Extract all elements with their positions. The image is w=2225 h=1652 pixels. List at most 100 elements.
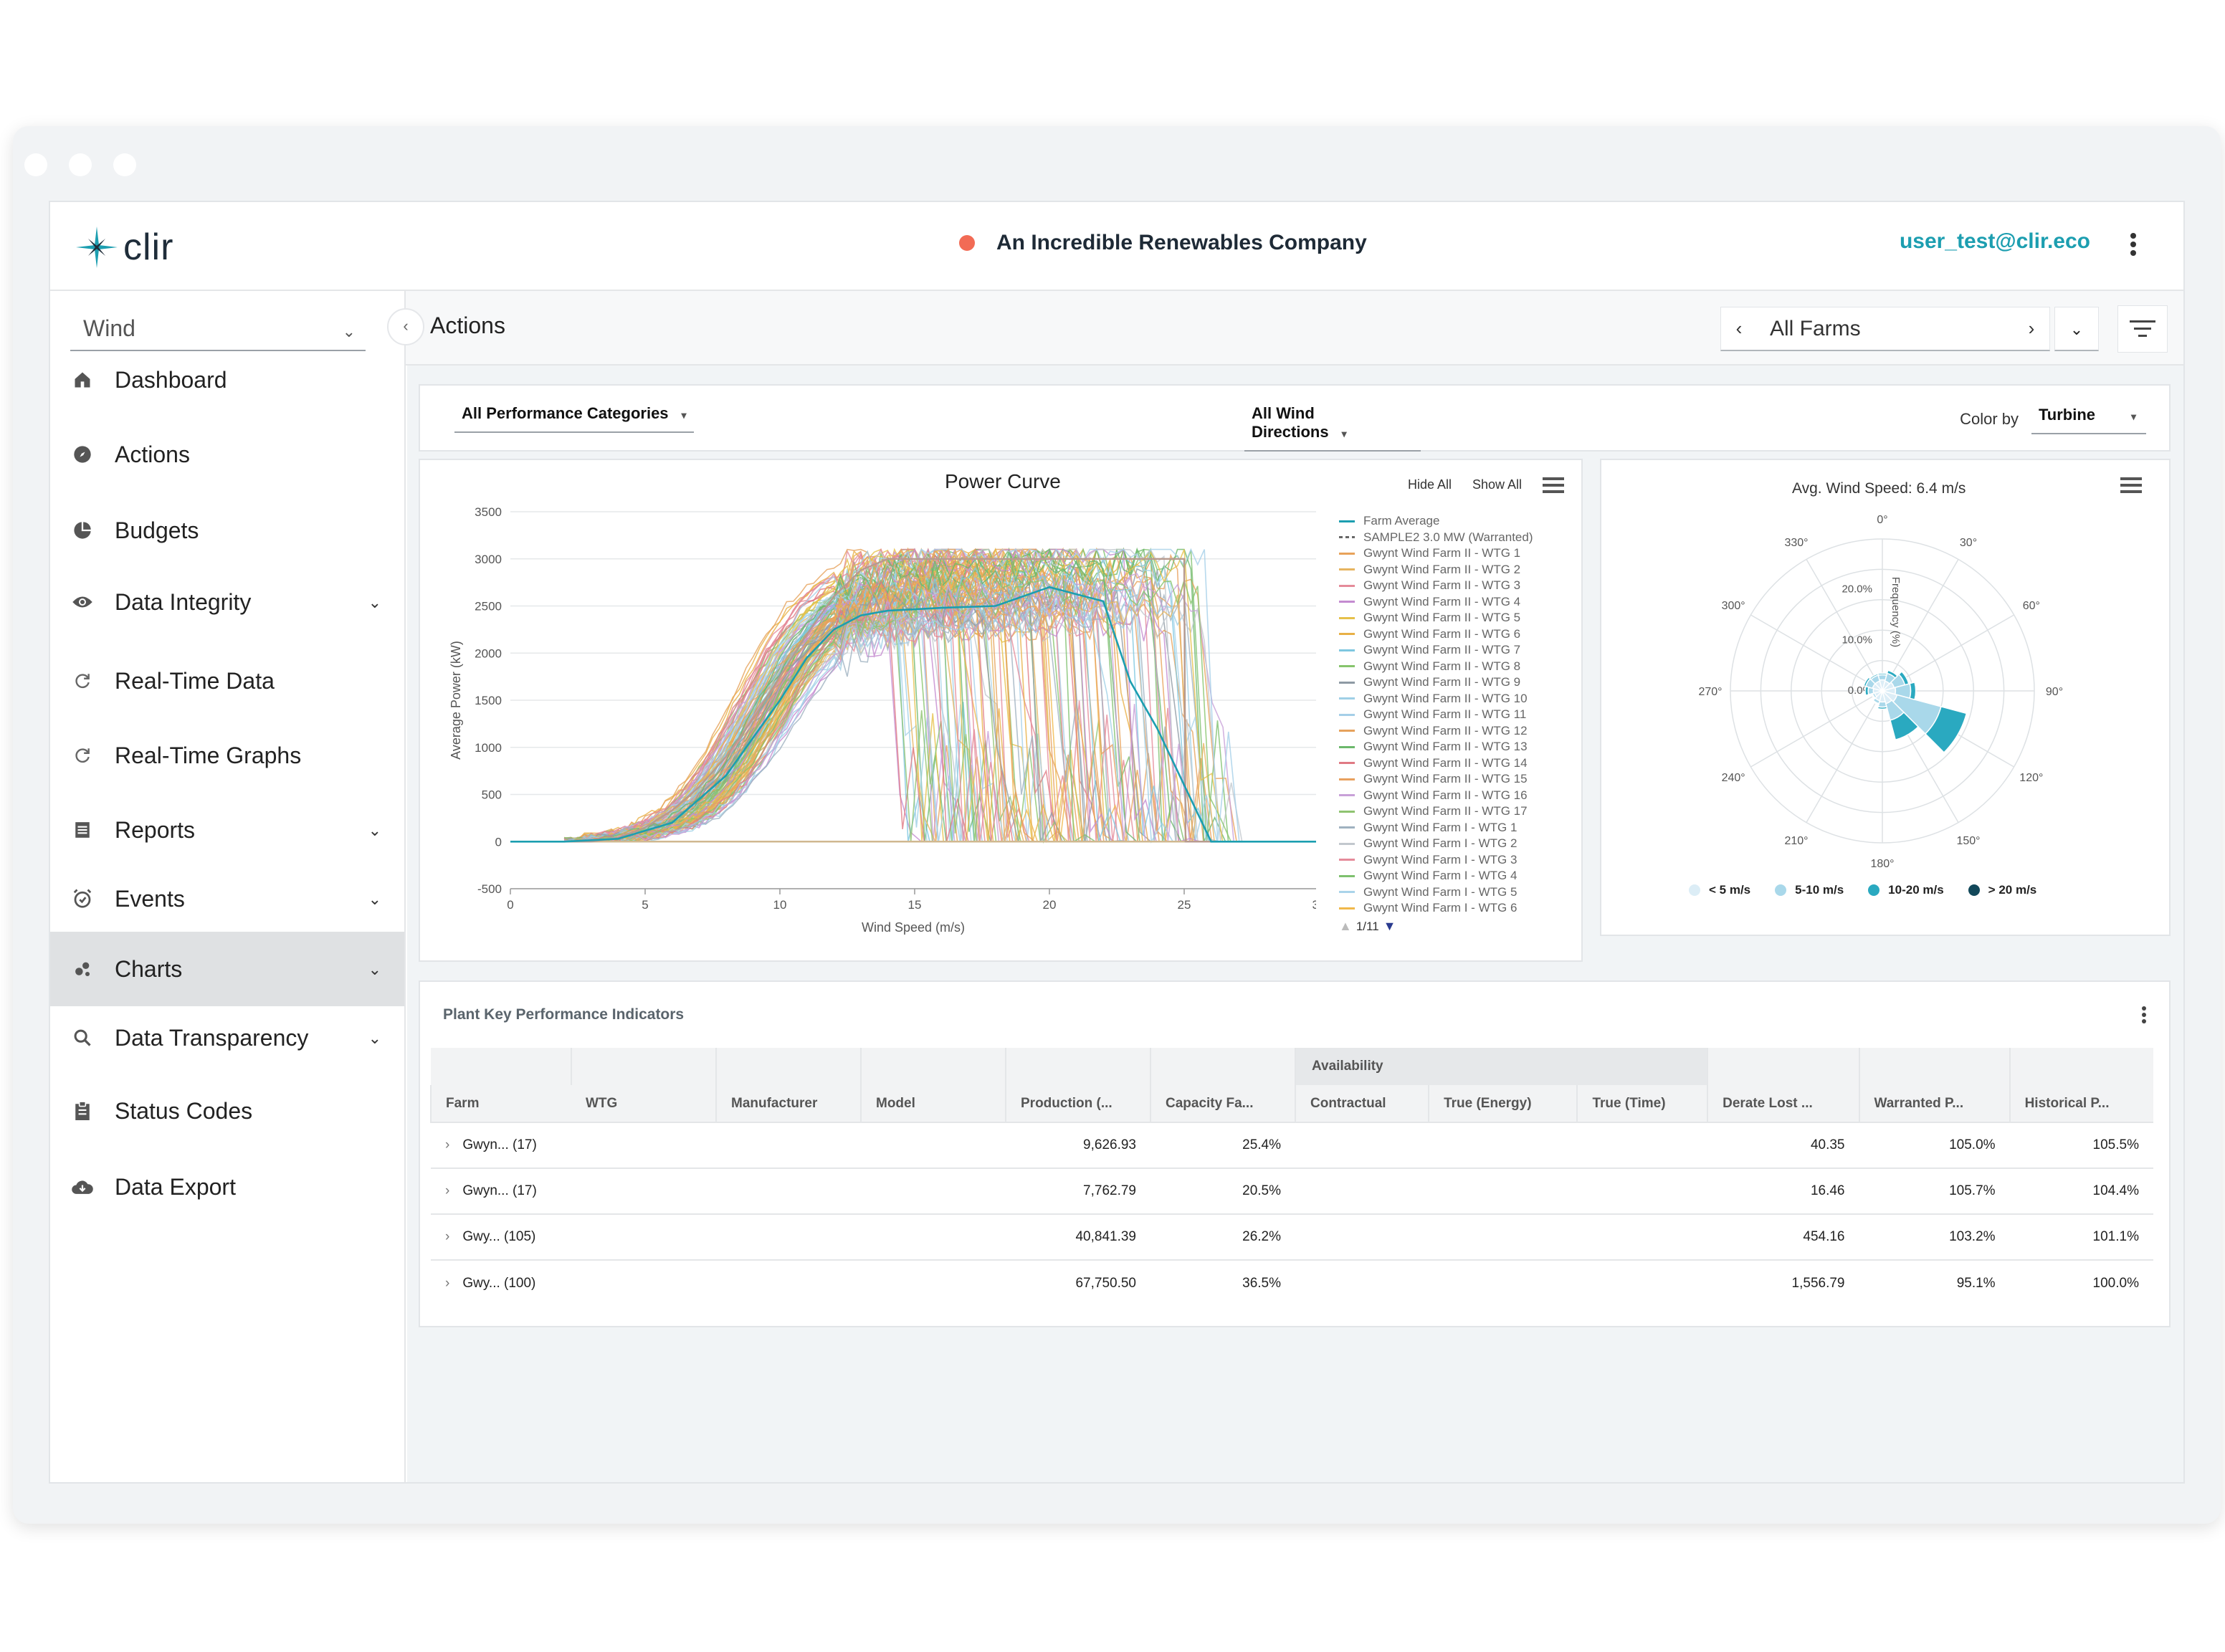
- sidebar-item-data-transparency[interactable]: Data Transparency ⌄: [50, 1001, 404, 1075]
- filter-icon[interactable]: [2117, 305, 2168, 353]
- legend-item[interactable]: Gwynt Wind Farm II - WTG 12: [1339, 723, 1533, 740]
- legend-item[interactable]: Gwynt Wind Farm II - WTG 14: [1339, 755, 1533, 772]
- column-header[interactable]: Contractual: [1294, 1085, 1429, 1122]
- expand-row-icon[interactable]: ›: [445, 1276, 449, 1291]
- legend-item[interactable]: Gwynt Wind Farm II - WTG 2: [1339, 562, 1533, 578]
- farm-dropdown-button[interactable]: ⌄: [2054, 307, 2099, 351]
- legend-item[interactable]: Gwynt Wind Farm II - WTG 3: [1339, 578, 1533, 594]
- legend-item[interactable]: Gwynt Wind Farm II - WTG 6: [1339, 626, 1533, 643]
- expand-row-icon[interactable]: ›: [445, 1229, 449, 1244]
- chevron-left-icon[interactable]: ‹: [1721, 317, 1757, 340]
- legend-item[interactable]: Gwynt Wind Farm II - WTG 15: [1339, 771, 1533, 788]
- wind-rose-sector: [1877, 672, 1888, 677]
- chevron-down-icon[interactable]: ⌄: [368, 821, 381, 840]
- column-header[interactable]: Derate Lost ...: [1707, 1085, 1859, 1122]
- legend-label: Farm Average: [1363, 514, 1440, 528]
- column-header[interactable]: True (Time): [1576, 1085, 1708, 1122]
- table-cell: 20.5%: [1150, 1168, 1295, 1214]
- legend-item[interactable]: Gwynt Wind Farm II - WTG 1: [1339, 545, 1533, 562]
- wind-rose-legend-item[interactable]: < 5 m/s: [1689, 883, 1750, 897]
- clir-logo[interactable]: clir: [75, 222, 173, 272]
- expand-row-icon[interactable]: ›: [445, 1137, 449, 1152]
- column-header[interactable]: WTG: [571, 1085, 716, 1122]
- pager-up-icon[interactable]: ▲: [1339, 919, 1352, 934]
- table-cell: [1577, 1213, 1708, 1260]
- wind-rose-legend-item[interactable]: 10-20 m/s: [1868, 883, 1944, 897]
- table-row[interactable]: › Gwy... (100) 67,750.50 36.5% 1,556.79 95.1%…: [431, 1259, 2153, 1306]
- table-row[interactable]: › Gwyn... (17) 7,762.79 20.5% 16.46 105.7% 104…: [431, 1168, 2153, 1214]
- legend-swatch: [1339, 730, 1355, 732]
- direction-label: 60°: [2023, 600, 2040, 612]
- show-all-button[interactable]: Show All: [1472, 477, 1522, 492]
- performance-category-select[interactable]: All Performance Categories ▾: [454, 397, 694, 433]
- legend-swatch: [1339, 891, 1355, 894]
- sidebar-item-data-integrity[interactable]: Data Integrity ⌄: [50, 565, 404, 639]
- sidebar-item-real-time-graphs[interactable]: Real-Time Graphs: [50, 718, 404, 793]
- sidebar-item-data-export[interactable]: Data Export: [50, 1150, 404, 1224]
- column-header[interactable]: Farm: [430, 1085, 571, 1122]
- legend-item[interactable]: Gwynt Wind Farm I - WTG 3: [1339, 852, 1533, 869]
- chevron-right-icon[interactable]: ›: [2014, 317, 2049, 340]
- column-header[interactable]: Model: [860, 1085, 1006, 1122]
- window-dot-minimize[interactable]: [69, 153, 92, 176]
- column-header[interactable]: Capacity Fa...: [1150, 1085, 1295, 1122]
- wind-rose-legend-item[interactable]: > 20 m/s: [1968, 883, 2036, 897]
- sidebar-item-real-time-data[interactable]: Real-Time Data: [50, 644, 404, 718]
- legend-item[interactable]: Gwynt Wind Farm II - WTG 11: [1339, 707, 1533, 723]
- sidebar-item-budgets[interactable]: Budgets: [50, 493, 404, 568]
- table-row[interactable]: › Gwy... (105) 40,841.39 26.2% 454.16 103.2% 1…: [431, 1213, 2153, 1260]
- chevron-down-icon[interactable]: ⌄: [368, 960, 381, 979]
- legend-pager[interactable]: ▲ 1/11 ▼: [1339, 919, 1396, 934]
- sidebar-item-status-codes[interactable]: Status Codes: [50, 1074, 404, 1148]
- table-row[interactable]: › Gwyn... (17) 9,626.93 25.4% 40.35 105.0% 105…: [431, 1122, 2153, 1168]
- chevron-down-icon[interactable]: ⌄: [368, 593, 381, 612]
- sidebar-item-dashboard[interactable]: Dashboard: [50, 343, 404, 417]
- legend-item[interactable]: Gwynt Wind Farm I - WTG 5: [1339, 884, 1533, 901]
- y-tick-label: 2500: [475, 600, 502, 613]
- legend-item[interactable]: Gwynt Wind Farm II - WTG 7: [1339, 642, 1533, 659]
- sidebar-item-reports[interactable]: Reports ⌄: [50, 793, 404, 867]
- refresh-icon: [70, 669, 95, 693]
- column-header[interactable]: Manufacturer: [715, 1085, 861, 1122]
- column-header[interactable]: Production (...: [1005, 1085, 1150, 1122]
- legend-item[interactable]: Farm Average: [1339, 513, 1533, 530]
- collapse-sidebar-button[interactable]: ‹: [387, 308, 424, 345]
- legend-item[interactable]: Gwynt Wind Farm II - WTG 17: [1339, 803, 1533, 820]
- farm-selector[interactable]: ‹ All Farms ›: [1720, 307, 2050, 351]
- pager-down-icon[interactable]: ▼: [1383, 919, 1396, 934]
- sidebar-item-actions[interactable]: Actions: [50, 417, 404, 492]
- window-dot-close[interactable]: [24, 153, 47, 176]
- column-header[interactable]: Warranted P...: [1858, 1085, 2010, 1122]
- legend-item[interactable]: Gwynt Wind Farm II - WTG 9: [1339, 674, 1533, 691]
- legend-item[interactable]: Gwynt Wind Farm I - WTG 2: [1339, 836, 1533, 852]
- column-header[interactable]: True (Energy): [1428, 1085, 1578, 1122]
- expand-row-icon[interactable]: ›: [445, 1183, 449, 1198]
- column-header[interactable]: Historical P...: [2009, 1085, 2153, 1122]
- legend-item[interactable]: Gwynt Wind Farm I - WTG 6: [1339, 900, 1533, 917]
- legend-item[interactable]: Gwynt Wind Farm I - WTG 4: [1339, 868, 1533, 884]
- legend-item[interactable]: Gwynt Wind Farm II - WTG 5: [1339, 610, 1533, 626]
- user-email[interactable]: user_test@clir.eco: [1900, 229, 2090, 254]
- window-dot-maximize[interactable]: [113, 153, 136, 176]
- clir-star-icon: [76, 226, 118, 268]
- legend-item[interactable]: SAMPLE2 3.0 MW (Warranted): [1339, 530, 1533, 546]
- wind-rose-legend-item[interactable]: 5-10 m/s: [1775, 883, 1844, 897]
- kpi-more-icon[interactable]: [2142, 1006, 2148, 1023]
- power-curve-legend: Farm Average SAMPLE2 3.0 MW (Warranted) Gw…: [1339, 513, 1533, 917]
- table-cell: [1295, 1122, 1429, 1168]
- legend-item[interactable]: Gwynt Wind Farm II - WTG 4: [1339, 594, 1533, 611]
- legend-item[interactable]: Gwynt Wind Farm II - WTG 16: [1339, 788, 1533, 804]
- color-by-select[interactable]: Turbine ▾: [2031, 398, 2146, 434]
- more-vert-icon[interactable]: [2129, 231, 2138, 259]
- chevron-down-icon[interactable]: ⌄: [368, 1029, 381, 1048]
- legend-item[interactable]: Gwynt Wind Farm II - WTG 8: [1339, 659, 1533, 675]
- sidebar-item-events[interactable]: Events ⌄: [50, 861, 404, 936]
- chevron-down-icon[interactable]: ⌄: [368, 890, 381, 909]
- hide-all-button[interactable]: Hide All: [1408, 477, 1452, 492]
- legend-item[interactable]: Gwynt Wind Farm I - WTG 1: [1339, 820, 1533, 836]
- legend-item[interactable]: Gwynt Wind Farm II - WTG 13: [1339, 739, 1533, 755]
- wind-direction-select[interactable]: All Wind Directions ▾: [1244, 397, 1421, 452]
- chart-menu-icon[interactable]: [1543, 477, 1564, 497]
- legend-item[interactable]: Gwynt Wind Farm II - WTG 10: [1339, 691, 1533, 707]
- sidebar-item-charts[interactable]: Charts ⌄: [50, 932, 404, 1006]
